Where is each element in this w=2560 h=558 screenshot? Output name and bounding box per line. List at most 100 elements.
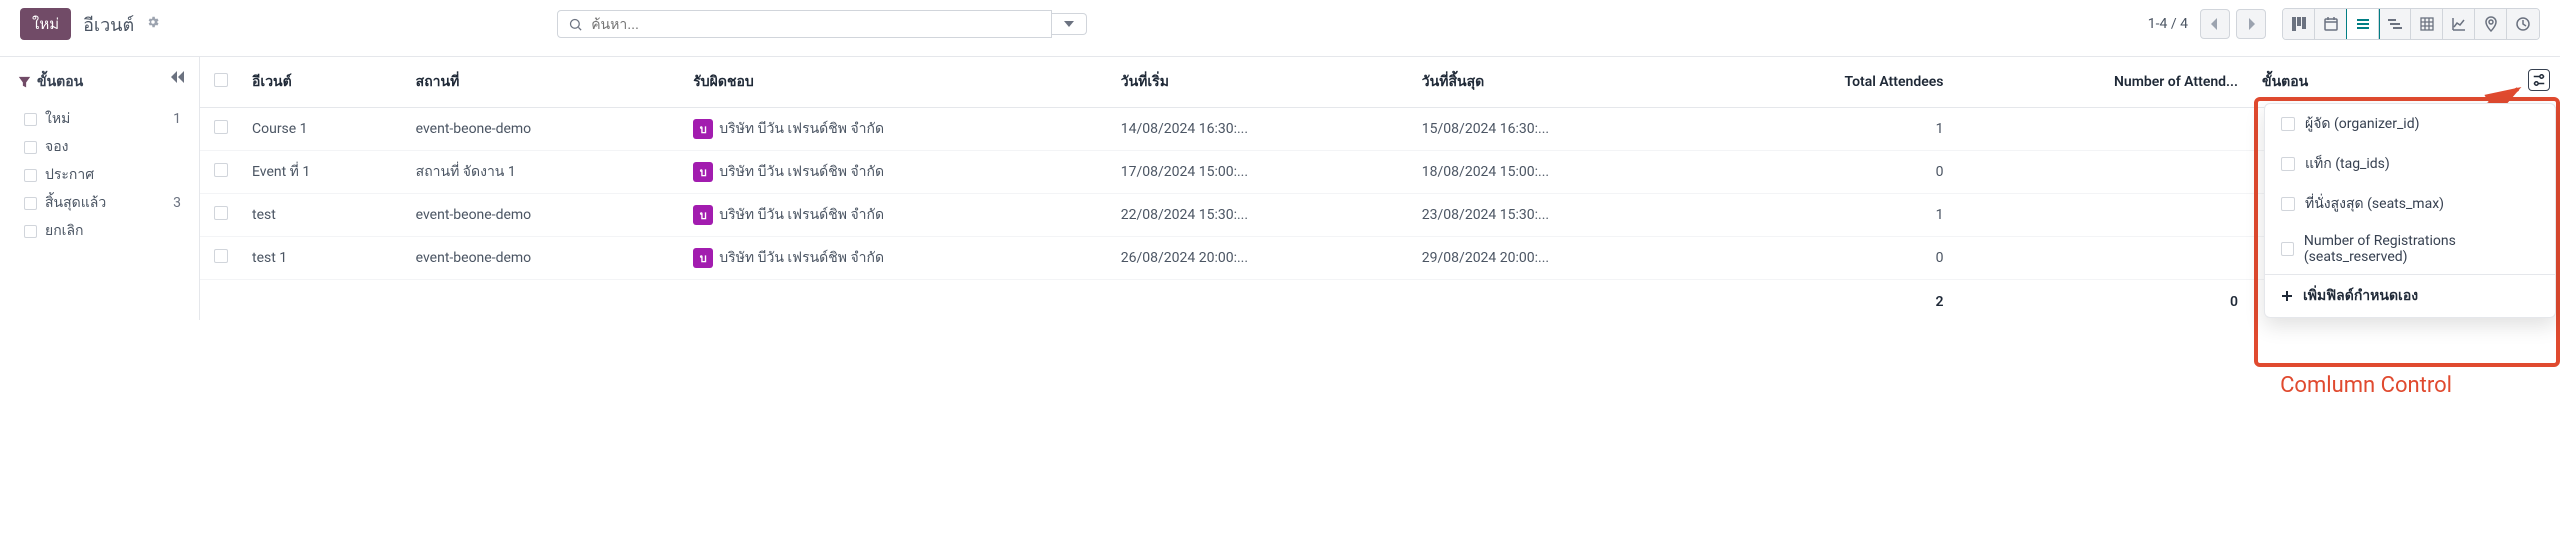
cell-date-start: 22/08/2024 15:30:... [1109,194,1410,237]
table-row[interactable]: Event ที่ 1สถานที่ จัดงาน 1บบริษัท บีวัน… [200,151,2560,194]
view-list-button[interactable] [2347,9,2379,39]
table-row[interactable]: test 1event-beone-demoบบริษัท บีวัน เฟรน… [200,237,2560,280]
cell-date-end: 15/08/2024 16:30:... [1410,108,1711,151]
table-row[interactable]: Course 1event-beone-demoบบริษัท บีวัน เฟ… [200,108,2560,151]
view-pivot-button[interactable] [2411,9,2443,39]
col-num-attend[interactable]: Number of Attend... [1955,57,2250,108]
new-button[interactable]: ใหม่ [20,8,71,40]
filter-count: 3 [173,195,181,211]
table-row[interactable]: testevent-beone-demoบบริษัท บีวัน เฟรนด์… [200,194,2560,237]
cell-event: test 1 [240,237,404,280]
cell-event: Event ที่ 1 [240,151,404,194]
row-checkbox[interactable] [214,120,228,134]
footer-num-attend: 0 [1955,280,2250,321]
cell-num-attend [1955,194,2250,237]
col-location[interactable]: สถานที่ [404,57,682,108]
cell-responsible: บบริษัท บีวัน เฟรนด์ชิพ จำกัด [681,151,1108,194]
filter-checkbox[interactable] [24,141,37,154]
cell-num-attend [1955,237,2250,280]
gear-icon[interactable] [146,15,160,33]
filter-label: ยกเลิก [45,220,181,242]
filter-checkbox[interactable] [24,197,37,210]
cell-date-end: 23/08/2024 15:30:... [1410,194,1711,237]
col-date-start[interactable]: วันที่เริ่ม [1109,57,1410,108]
cell-responsible: บบริษัท บีวัน เฟรนด์ชิพ จำกัด [681,237,1108,280]
filter-checkbox[interactable] [24,113,37,126]
funnel-icon [18,76,31,89]
search-dropdown[interactable] [1052,13,1087,35]
select-all-checkbox[interactable] [214,73,228,87]
filter-label: จอง [45,136,181,158]
cell-event: Course 1 [240,108,404,151]
column-option[interactable]: แท็ก (tag_ids) [2265,144,2555,184]
column-option[interactable]: ผู้จัด (organizer_id) [2265,104,2555,144]
kanban-icon [2291,16,2307,32]
filter-header-label: ขั้นตอน [37,71,83,93]
cell-responsible: บบริษัท บีวัน เฟรนด์ชิพ จำกัด [681,108,1108,151]
view-graph-button[interactable] [2443,9,2475,39]
cell-date-start: 26/08/2024 20:00:... [1109,237,1410,280]
graph-icon [2451,16,2467,32]
filter-label: ใหม่ [45,108,173,130]
page-next-button[interactable] [2236,9,2266,39]
cell-num-attend [1955,108,2250,151]
column-option[interactable]: Number of Registrations (seats_reserved) [2265,224,2555,274]
col-total-attendees[interactable]: Total Attendees [1711,57,1956,108]
search-input[interactable] [591,16,1041,32]
page-prev-button[interactable] [2200,9,2230,39]
cell-total: 0 [1711,237,1956,280]
column-option[interactable]: ที่นั่งสูงสุด (seats_max) [2265,184,2555,224]
event-table: อีเวนต์ สถานที่ รับผิดชอบ วันที่เริ่ม วั… [200,57,2560,320]
cell-date-end: 29/08/2024 20:00:... [1410,237,1711,280]
column-option-checkbox[interactable] [2281,157,2295,171]
filter-item[interactable]: ประกาศ [18,161,181,189]
footer-total-attendees: 2 [1711,280,1956,321]
filter-checkbox[interactable] [24,169,37,182]
filter-item[interactable]: ยกเลิก [18,217,181,245]
filter-checkbox[interactable] [24,225,37,238]
plus-icon [2281,290,2293,302]
filter-item[interactable]: ใหม่1 [18,105,181,133]
cell-num-attend [1955,151,2250,194]
column-option-label: Number of Registrations (seats_reserved) [2304,233,2539,265]
view-activity-button[interactable] [2507,9,2539,39]
col-date-end[interactable]: วันที่สิ้นสุด [1410,57,1711,108]
filter-item[interactable]: สิ้นสุดแล้ว3 [18,189,181,217]
row-checkbox[interactable] [214,249,228,263]
gantt-icon [2387,16,2403,32]
col-event[interactable]: อีเวนต์ [240,57,404,108]
cell-location: event-beone-demo [404,237,682,280]
column-control-button[interactable] [2528,69,2550,91]
col-stage[interactable]: ขั้นตอน [2250,57,2560,108]
pivot-icon [2419,16,2435,32]
column-option-label: ที่นั่งสูงสุด (seats_max) [2305,193,2444,215]
column-option-checkbox[interactable] [2281,117,2295,131]
row-checkbox[interactable] [214,206,228,220]
column-option-label: ผู้จัด (organizer_id) [2305,113,2419,135]
column-option-checkbox[interactable] [2281,197,2295,211]
avatar: บ [693,248,713,268]
page-title: อีเวนต์ [83,10,134,39]
cell-location: event-beone-demo [404,108,682,151]
column-option-checkbox[interactable] [2281,242,2294,256]
avatar: บ [693,162,713,182]
caret-down-icon [1064,19,1074,29]
filter-label: สิ้นสุดแล้ว [45,192,173,214]
filter-label: ประกาศ [45,164,181,186]
pager-text: 1-4 / 4 [2148,16,2188,32]
col-responsible[interactable]: รับผิดชอบ [681,57,1108,108]
annotation-label: Comlumn Control [2280,373,2452,398]
collapse-sidebar-button[interactable] [171,71,185,87]
view-calendar-button[interactable] [2315,9,2347,39]
filter-header: ขั้นตอน [18,71,181,93]
filter-item[interactable]: จอง [18,133,181,161]
cell-location: event-beone-demo [404,194,682,237]
cell-date-start: 17/08/2024 15:00:... [1109,151,1410,194]
view-gantt-button[interactable] [2379,9,2411,39]
view-map-button[interactable] [2475,9,2507,39]
filter-count: 1 [173,111,181,127]
view-kanban-button[interactable] [2283,9,2315,39]
add-custom-field-button[interactable]: เพิ่มฟิลด์กำหนดเอง [2265,275,2555,317]
search-box[interactable] [557,10,1052,38]
row-checkbox[interactable] [214,163,228,177]
